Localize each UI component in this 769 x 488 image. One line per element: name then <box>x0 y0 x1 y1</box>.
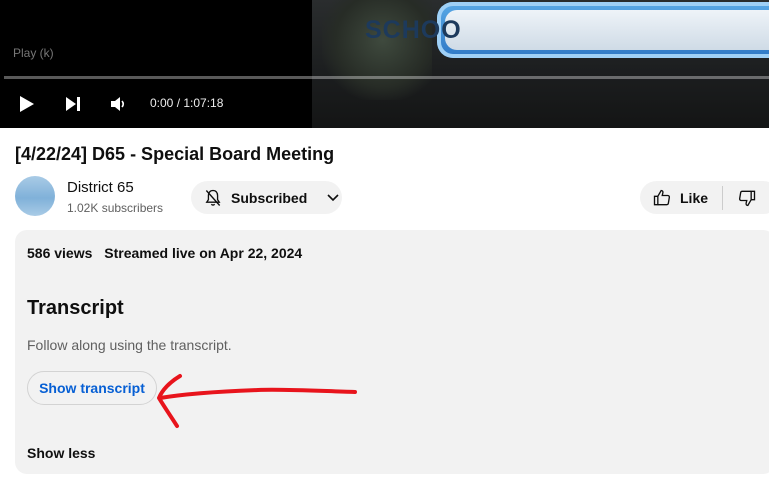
channel-avatar[interactable] <box>15 176 55 216</box>
like-label: Like <box>680 189 709 206</box>
video-title: [4/22/24] D65 - Special Board Meeting <box>15 144 335 164</box>
next-button[interactable] <box>61 92 85 116</box>
thumbs-up-icon <box>653 189 671 205</box>
school-banner <box>437 2 769 58</box>
chevron-down-icon <box>327 193 339 201</box>
play-button[interactable] <box>14 92 38 116</box>
transcript-description: Follow along using the transcript. <box>27 337 232 353</box>
description-box[interactable]: 586 views Streamed live on Apr 22, 2024 … <box>15 230 769 474</box>
thumbs-down-icon <box>738 190 756 206</box>
next-icon <box>66 97 80 111</box>
banner-text: SCHOO <box>365 16 462 44</box>
subscriber-count: 1.02K subscribers <box>67 201 164 215</box>
subscribed-label: Subscribed <box>231 189 308 206</box>
show-less-button[interactable]: Show less <box>27 445 95 461</box>
volume-button[interactable] <box>106 92 130 116</box>
channel-name[interactable]: District 65 <box>67 179 134 196</box>
like-button[interactable]: Like <box>640 181 722 214</box>
video-metadata: 586 views Streamed live on Apr 22, 2024 <box>27 245 302 261</box>
time-display: 0:00 / 1:07:18 <box>150 96 224 110</box>
like-dislike-group: Like <box>640 181 769 214</box>
video-person-silhouette <box>322 0 432 100</box>
red-annotation-arrow-icon <box>157 374 357 428</box>
play-icon <box>20 96 34 112</box>
stream-date: Streamed live on Apr 22, 2024 <box>104 245 303 261</box>
bell-off-icon <box>205 189 221 206</box>
transcript-heading: Transcript <box>27 297 124 319</box>
progress-bar[interactable] <box>4 76 769 79</box>
dislike-button[interactable] <box>723 181 757 214</box>
volume-icon <box>111 97 125 111</box>
play-tooltip: Play (k) <box>13 46 54 60</box>
subscribed-button[interactable]: Subscribed <box>191 181 342 214</box>
view-count: 586 views <box>27 245 93 261</box>
show-transcript-button[interactable]: Show transcript <box>27 371 157 405</box>
video-player[interactable]: SCHOO Play (k) 0:00 / 1:07:18 <box>0 0 769 128</box>
